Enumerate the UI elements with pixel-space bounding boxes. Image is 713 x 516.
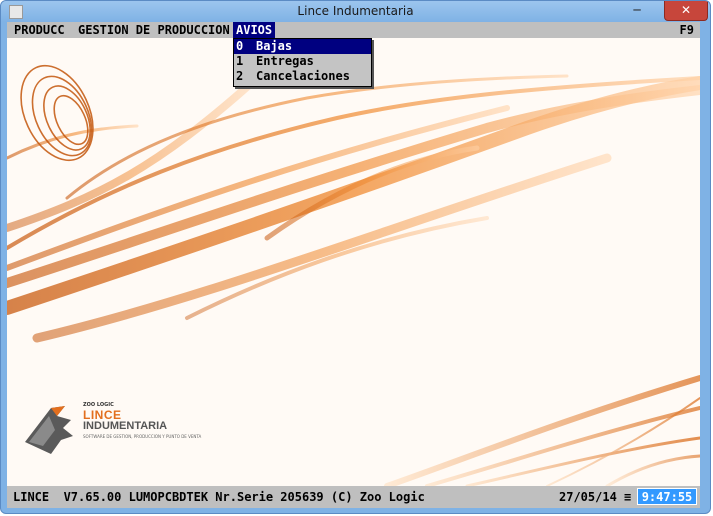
dropdown-item-key: 2 xyxy=(236,69,244,83)
dropdown-item-key: 1 xyxy=(236,54,244,68)
dropdown-item-entregas[interactable]: 1 Entregas xyxy=(234,54,371,69)
minimize-button[interactable]: ─ xyxy=(623,1,651,20)
window-title: Lince Indumentaria xyxy=(297,4,414,18)
menu-bar: PRODUCC GESTION DE PRODUCCION AVIOS F9 xyxy=(7,22,700,38)
menu-avios[interactable]: AVIOS xyxy=(233,22,276,38)
client-area: PRODUCC GESTION DE PRODUCCION AVIOS F9 0… xyxy=(7,22,700,508)
status-menu-icon[interactable]: ≡ xyxy=(624,488,631,506)
status-bar: LINCE V7.65.00 LUMOPCBDTEK Nr.Serie 2056… xyxy=(7,486,700,508)
logo-tagline: SOFTWARE DE GESTION, PRODUCCION Y PUNTO … xyxy=(83,434,202,439)
avios-dropdown-menu: 0 Bajas 1 Entregas 2 Cancelaciones xyxy=(233,38,372,87)
cat-head-icon xyxy=(25,406,73,454)
close-button[interactable]: ✕ xyxy=(664,1,708,21)
menu-gestion-de-produccion[interactable]: GESTION DE PRODUCCION xyxy=(75,22,233,38)
app-window: Lince Indumentaria ─ ✕ PRODUCC GESTION D… xyxy=(0,0,711,514)
logo-indumentaria: INDUMENTARIA xyxy=(83,420,168,432)
status-clock: 9:47:55 xyxy=(637,488,697,505)
status-version-info: LINCE V7.65.00 LUMOPCBDTEK Nr.Serie 2056… xyxy=(13,490,425,504)
menu-producc[interactable]: PRODUCC xyxy=(11,22,68,38)
dropdown-item-label: Bajas xyxy=(256,39,293,53)
title-bar[interactable]: Lince Indumentaria ─ ✕ xyxy=(1,1,710,22)
menu-f9-shortcut[interactable]: F9 xyxy=(680,22,694,38)
dropdown-item-label: Entregas xyxy=(256,54,314,68)
dropdown-item-bajas[interactable]: 0 Bajas xyxy=(234,39,371,54)
dropdown-item-key: 0 xyxy=(236,39,244,53)
status-date: 27/05/14 xyxy=(559,490,617,504)
dropdown-item-cancelaciones[interactable]: 2 Cancelaciones xyxy=(234,69,371,84)
lince-logo: ZOO LOGIC LINCE INDUMENTARIA SOFTWARE DE… xyxy=(21,402,211,462)
dropdown-item-label: Cancelaciones xyxy=(256,69,350,83)
